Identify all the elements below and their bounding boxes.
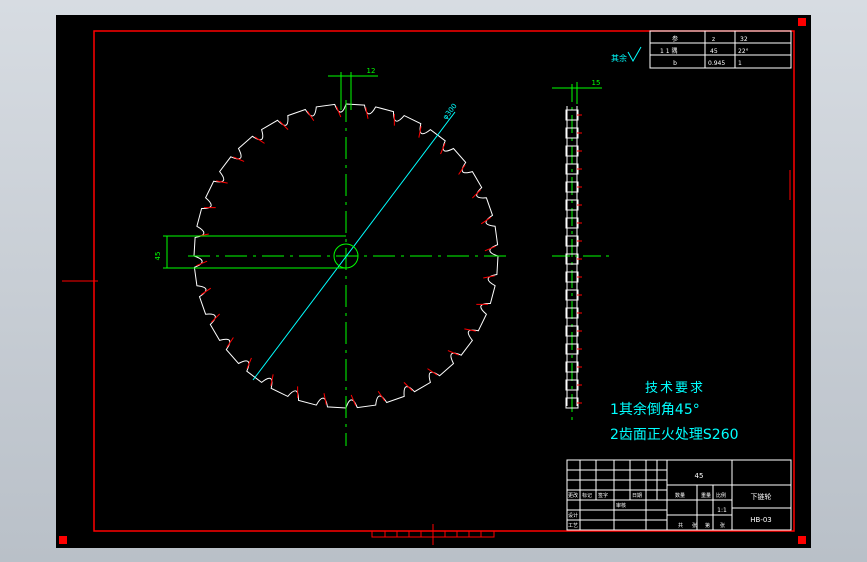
- dim-thickness-text: 15: [592, 79, 601, 87]
- tb-cell-10: 共: [678, 522, 683, 529]
- tb-scale: 1:1: [717, 507, 727, 514]
- corner-marker-tr: [798, 18, 806, 26]
- tb-cell-7: 数量: [675, 492, 685, 499]
- tb-cell-4: 设计: [568, 512, 578, 519]
- param-r1-c1: 45: [710, 48, 718, 55]
- tech-req-line-1: 1其余倒角45°: [610, 401, 700, 418]
- param-r1-c0: 1 1 隅: [660, 47, 677, 55]
- param-r1-c2: 22°: [738, 48, 749, 55]
- surface-finish-text: 其余: [611, 53, 627, 63]
- tb-cell-12: 第: [705, 522, 710, 529]
- drawing-sheet: [56, 15, 811, 548]
- param-r0-c1: z: [712, 36, 715, 43]
- param-r0-c0: 参: [672, 35, 678, 43]
- tech-req-line-2: 2齿面正火处理S260: [610, 427, 739, 443]
- tb-cell-2: 签字: [598, 492, 608, 499]
- cad-viewport[interactable]: 45 12 φ300 15 其余 参 z 32 1 1 隅 45 22° b 0…: [0, 0, 867, 562]
- tb-cell-9: 比例: [716, 492, 726, 499]
- tb-cell-1: 标记: [582, 492, 592, 499]
- tb-cell-6: 工艺: [568, 523, 578, 529]
- tb-drawing-no: HB-03: [750, 516, 772, 524]
- tb-cell-0: 更改: [568, 492, 578, 499]
- tb-cell-13: 张: [720, 522, 725, 529]
- dim-tooth-width-text: 12: [367, 67, 376, 75]
- param-r2-c2: 1: [738, 60, 742, 67]
- tb-material: 45: [695, 472, 704, 480]
- dim-hole-text: 45: [154, 252, 162, 261]
- param-r2-c1: 0.945: [708, 60, 725, 67]
- param-r0-c2: 32: [740, 36, 748, 43]
- tech-req-title: 技术要求: [645, 381, 705, 396]
- tb-part-name: 下链轮: [751, 492, 772, 501]
- corner-marker-br: [798, 536, 806, 544]
- tb-cell-11: 张: [692, 522, 697, 529]
- tb-cell-8: 重量: [701, 492, 711, 499]
- param-r2-c0: b: [673, 60, 677, 67]
- tb-cell-3: 日期: [632, 493, 642, 499]
- tb-cell-5: 审核: [616, 502, 626, 509]
- corner-marker-bl: [59, 536, 67, 544]
